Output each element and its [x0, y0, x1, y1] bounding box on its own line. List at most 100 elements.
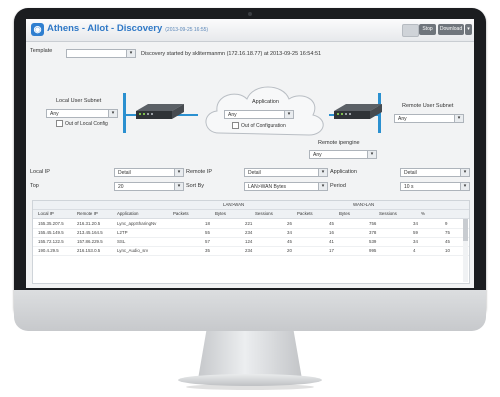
- title-bar: ◉ Athens - Allot - Discovery (2013-09-25 …: [26, 19, 474, 42]
- cell-lan-wan-sessions: 26: [287, 221, 292, 226]
- remote-engine-value: Any: [313, 152, 322, 158]
- template-label: Template: [30, 48, 53, 54]
- cell-lan-wan-packets: 55: [205, 230, 210, 235]
- top-select[interactable]: 20 ▾: [114, 182, 184, 191]
- cell-lan-wan-bytes: 221: [245, 221, 253, 226]
- cell-application: Lync_Audio_srv: [117, 248, 149, 253]
- remote-engine-label: Remote ipengine: [318, 140, 360, 146]
- column-header[interactable]: Sessions: [379, 211, 397, 216]
- chevron-down-icon: ▾: [318, 183, 327, 190]
- table-row[interactable]: 155.35.207.5 216.31.20.5 Lync_appSharing…: [33, 220, 469, 229]
- remote-subnet-select[interactable]: Any ▾: [394, 114, 464, 123]
- out-of-local-config-label: Out of Local Config: [65, 120, 108, 127]
- application-filter-value: Detail: [404, 170, 417, 176]
- top-value: 20: [118, 184, 124, 190]
- page-title: Athens - Allot - Discovery (2013-09-25 16…: [47, 23, 208, 34]
- group-header-lan-wan: LAN>WAN: [223, 202, 245, 207]
- cell-remote-ip: 157.86.229.5: [77, 239, 103, 244]
- cell-wan-lan-sessions: 34: [413, 221, 418, 226]
- cell-lan-wan-packets: 35: [205, 248, 210, 253]
- template-select[interactable]: ▾: [66, 49, 136, 58]
- blank-button[interactable]: [402, 24, 419, 37]
- column-header[interactable]: Local IP: [38, 211, 54, 216]
- sort-by-select[interactable]: LAN>WAN Bytes ▾: [244, 182, 328, 191]
- chevron-down-icon: ▾: [454, 115, 463, 122]
- local-ip-select[interactable]: Detail ▾: [114, 168, 184, 177]
- table-header: Local IP Remote IP Application Packets B…: [33, 210, 469, 219]
- chevron-down-icon: ▾: [108, 110, 117, 117]
- table-row[interactable]: 155.45.149.5 213.45.164.5 L2TP 55 234 34…: [33, 229, 469, 238]
- remote-ip-value: Detail: [248, 170, 261, 176]
- remote-ip-select[interactable]: Detail ▾: [244, 168, 328, 177]
- table-row[interactable]: 155.72.122.5 157.86.229.5 SSL 57 124 45 …: [33, 238, 469, 247]
- cell-remote-ip: 216.31.20.5: [77, 221, 101, 226]
- remote-engine-select[interactable]: Any ▾: [309, 150, 377, 159]
- cell-remote-ip: 213.45.164.5: [77, 230, 103, 235]
- column-header[interactable]: Packets: [297, 211, 313, 216]
- sort-by-value: LAN>WAN Bytes: [248, 184, 287, 190]
- cell-application: L2TP: [117, 230, 128, 235]
- local-subnet-select[interactable]: Any ▾: [46, 109, 118, 118]
- column-header[interactable]: Application: [117, 211, 138, 216]
- local-ip-value: Detail: [118, 170, 131, 176]
- application-filter-label: Application: [330, 169, 357, 175]
- column-header[interactable]: Bytes: [339, 211, 350, 216]
- period-select[interactable]: 10 s ▾: [400, 182, 470, 191]
- cell-lan-wan-sessions: 34: [287, 230, 292, 235]
- cell-lan-wan-packets: 57: [205, 239, 210, 244]
- group-header-wan-lan: WAN>LAN: [353, 202, 375, 207]
- right-switch-icon: [334, 104, 382, 119]
- remote-ip-label: Remote IP: [186, 169, 212, 175]
- cell-wan-lan-packets: 16: [329, 230, 334, 235]
- checkbox-box: [56, 120, 63, 127]
- cell-local-ip: 155.72.122.5: [38, 239, 64, 244]
- column-header[interactable]: Sessions: [255, 211, 273, 216]
- download-button[interactable]: Download: [438, 24, 464, 35]
- chevron-down-icon: ▾: [284, 111, 293, 118]
- table-scrollbar-thumb[interactable]: [463, 219, 468, 241]
- cell-wan-lan-bytes: 756: [369, 221, 377, 226]
- out-of-local-config-checkbox[interactable]: Out of Local Config: [56, 120, 108, 127]
- chevron-down-icon: ▾: [460, 169, 469, 176]
- checkbox-box: [232, 122, 239, 129]
- chevron-down-icon: ▾: [318, 169, 327, 176]
- cell-wan-lan-sessions: 4: [413, 248, 416, 253]
- out-of-configuration-label: Out of Configuration: [241, 122, 286, 129]
- column-header[interactable]: Remote IP: [77, 211, 98, 216]
- cell-wan-lan-bytes: 539: [369, 239, 377, 244]
- table-row[interactable]: 190.4.29.5 216.153.0.5 Lync_Audio_srv 35…: [33, 247, 469, 256]
- application-filter-select[interactable]: Detail ▾: [400, 168, 470, 177]
- top-label: Top: [30, 183, 39, 189]
- local-ip-label: Local IP: [30, 169, 50, 175]
- monitor-stand: [198, 331, 302, 379]
- period-value: 10 s: [404, 184, 414, 190]
- cell-wan-lan-packets: 45: [329, 221, 334, 226]
- chevron-down-icon: ▾: [174, 183, 183, 190]
- local-subnet-value: Any: [50, 111, 59, 117]
- cell-lan-wan-sessions: 45: [287, 239, 292, 244]
- stop-button[interactable]: Stop: [419, 24, 436, 35]
- discovery-status: Discovery started by sklitermanmn (172.1…: [141, 51, 322, 57]
- application-select[interactable]: Any ▾: [224, 110, 294, 119]
- column-header[interactable]: %: [421, 211, 425, 216]
- monitor-base: [178, 374, 322, 386]
- out-of-configuration-checkbox[interactable]: Out of Configuration: [232, 122, 286, 129]
- monitor-chin: [14, 290, 486, 331]
- chevron-down-icon: ▾: [174, 169, 183, 176]
- application-value: Any: [228, 112, 237, 118]
- app-logo-icon: ◉: [31, 23, 44, 36]
- chevron-down-icon: ▾: [126, 50, 135, 57]
- more-dropdown-button[interactable]: ▾: [465, 24, 472, 35]
- column-header[interactable]: Bytes: [215, 211, 226, 216]
- cell-percent: 45: [445, 239, 450, 244]
- cell-wan-lan-sessions: 34: [413, 239, 418, 244]
- sort-by-label: Sort By: [186, 183, 205, 189]
- column-header[interactable]: Packets: [173, 211, 189, 216]
- cell-percent: 10: [445, 248, 450, 253]
- period-label: Period: [330, 183, 346, 189]
- application-label: Application: [252, 99, 279, 105]
- cell-lan-wan-sessions: 20: [287, 248, 292, 253]
- cell-lan-wan-bytes: 234: [245, 248, 253, 253]
- cell-percent: 9: [445, 221, 448, 226]
- left-switch-icon: [136, 104, 184, 119]
